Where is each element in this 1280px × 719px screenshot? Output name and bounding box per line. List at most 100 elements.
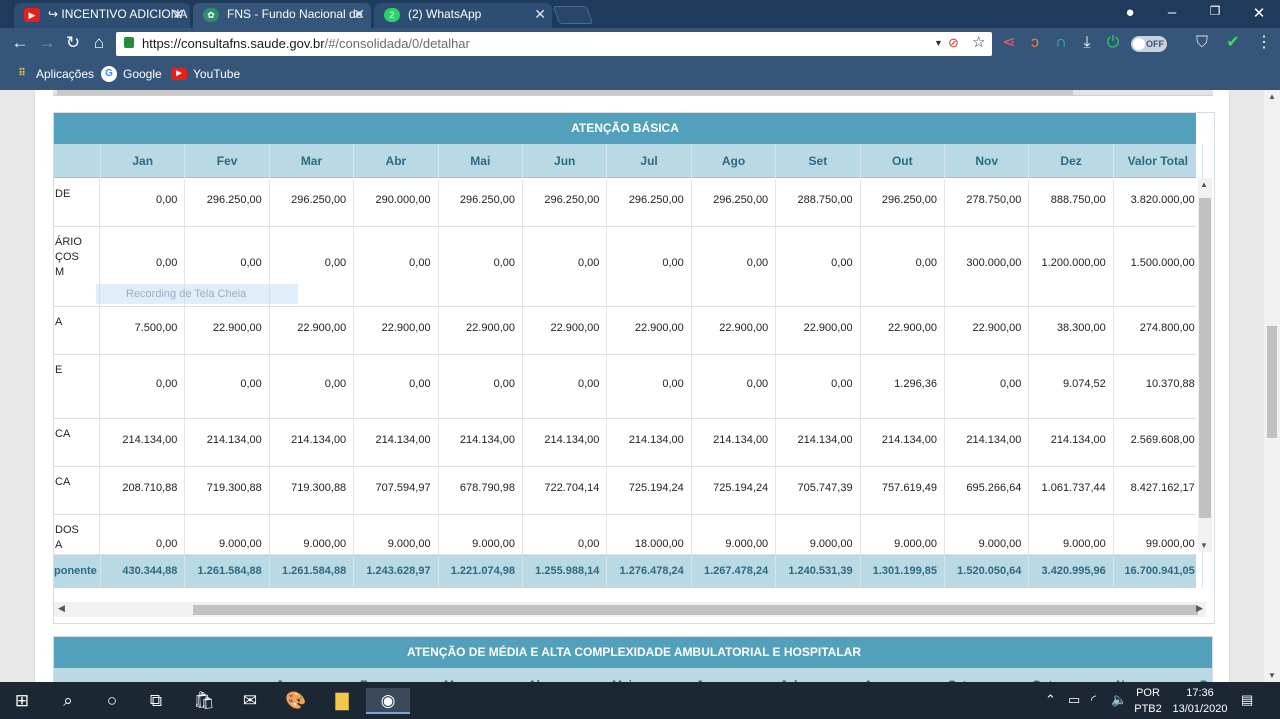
task-view-icon[interactable]: ⧉ [140,688,172,714]
extension-toggle[interactable]: OFF [1131,36,1167,52]
scroll-down-icon[interactable]: ▼ [1200,541,1208,550]
download-icon[interactable]: ⤓ [1077,34,1097,52]
column-header[interactable]: Jun [523,144,608,178]
forward-arrow-icon[interactable]: → [36,33,58,53]
column-header[interactable]: Abr [354,144,439,178]
tray-chevron-icon[interactable]: ⌃ [1045,692,1056,708]
total-value-cell: 16.700.941,05 [1114,555,1203,588]
dropdown-arrow-icon[interactable]: ▼ [934,38,943,48]
tab-fns[interactable]: ✿ FNS - Fundo Nacional de ✕ [193,3,371,28]
chrome-icon[interactable]: ◉ [366,688,410,714]
scrollbar-thumb[interactable] [193,605,1198,615]
profile-icon[interactable]: ● [1120,4,1140,21]
volume-icon[interactable]: 🔈 [1111,692,1127,708]
column-header[interactable]: Valor Total [1114,144,1203,178]
keyboard-layout[interactable]: PTB2 [1133,703,1163,715]
total-row: ponente 430.344,88 1.261.584,88 1.261.584,8… [54,555,1203,588]
value-cell: 0,00 [270,355,355,418]
column-header[interactable]: Ago [692,144,777,178]
reload-icon[interactable]: ↻ [62,33,84,53]
column-header[interactable]: Set [776,144,861,178]
cell-value: 2.569.608,00 [1130,434,1195,446]
notifications-icon[interactable]: ▤ [1241,692,1253,708]
clock-date[interactable]: 13/01/2020 [1168,703,1232,715]
bookmark-star-icon[interactable]: ☆ [972,33,985,51]
cell-value: 678.790,98 [459,482,515,494]
column-header[interactable]: Out [861,144,945,178]
column-header[interactable]: Jan [101,144,186,178]
scroll-down-icon[interactable]: ▼ [1268,671,1276,680]
total-value-cell: 1.261.584,88 [185,555,270,588]
windows-start-icon[interactable]: ⊞ [6,688,38,714]
row-name-cell: E [54,355,100,418]
search-icon[interactable]: ⌕ [52,688,84,714]
panel-title: ATENÇÃO BÁSICA [54,113,1196,144]
column-header[interactable]: Dez [1029,144,1114,178]
tab-whatsapp[interactable]: 2 (2) WhatsApp ✕ [374,3,552,28]
check-shield-icon[interactable]: ✔ [1223,34,1243,52]
file-explorer-icon[interactable]: ▇ [326,688,358,714]
cell-value: 288.750,00 [797,194,853,206]
total-label: ponente [54,555,101,588]
url-text[interactable]: https://consultafns.saude.gov.br/#/conso… [142,36,470,51]
scroll-up-icon[interactable]: ▲ [1200,180,1208,189]
scroll-up-icon[interactable]: ▲ [1268,92,1276,101]
column-header[interactable]: Jul [607,144,692,178]
value-cell: 719.300,88 [185,467,270,514]
store-icon[interactable]: 🛍 [188,688,220,714]
cortana-icon[interactable]: ○ [96,688,128,714]
tab-incentivo[interactable]: ▶ ↪ INCENTIVO ADICIONA ✕ [14,3,190,28]
close-icon[interactable]: ✕ [534,3,546,25]
page-vertical-scrollbar[interactable]: ▲ ▼ [1264,90,1280,682]
table-horizontal-scrollbar[interactable]: ◀ ▶ [54,602,1206,617]
mail-icon[interactable]: ✉ [234,688,266,714]
table-vertical-scrollbar[interactable]: ▲ ▼ [1198,178,1212,552]
column-header[interactable]: Mai [439,144,523,178]
value-cell: 888.750,00 [1029,179,1114,226]
minimize-icon[interactable]: – [1162,4,1182,21]
menu-dots-icon[interactable]: ⋮ [1254,34,1274,52]
bookmark-youtube[interactable]: ▶ YouTube [171,67,240,81]
language-indicator[interactable]: POR [1133,687,1163,699]
previous-table-scrollbar[interactable] [53,90,1213,96]
address-bar[interactable]: https://consultafns.saude.gov.br/#/conso… [116,32,992,56]
scrollbar-thumb[interactable] [1199,198,1211,518]
close-icon[interactable]: ✕ [172,3,184,25]
wifi-icon[interactable]: ◜ [1091,692,1096,708]
shield-icon[interactable]: ⛉ [1192,34,1212,52]
scroll-left-icon[interactable]: ◀ [58,603,65,614]
total-value-cell: 430.344,88 [101,555,186,588]
bookmark-apps[interactable]: ⠿ Aplicações [14,67,94,81]
column-header[interactable]: Nov [945,144,1030,178]
cell-value: 274.800,00 [1139,322,1195,334]
back-arrow-icon[interactable]: ← [9,33,31,53]
paint-icon[interactable]: 🎨 [280,688,312,714]
scroll-right-icon[interactable]: ▶ [1196,603,1203,614]
home-icon[interactable]: ⌂ [88,33,110,53]
new-tab-button[interactable] [552,6,594,24]
value-cell: 38.300,00 [1029,307,1114,354]
value-cell: 9.000,00 [439,515,523,554]
battery-icon[interactable]: ▭ [1068,692,1080,708]
scrollbar-thumb[interactable] [57,90,1073,95]
column-header[interactable]: Mar [270,144,355,178]
value-cell: 0,00 [101,355,186,418]
maximize-icon[interactable]: ❐ [1205,4,1225,18]
value-cell: 705.747,39 [776,467,861,514]
value-cell: 0,00 [607,355,692,418]
scrollbar-thumb[interactable] [1267,326,1277,438]
extension-c-icon[interactable]: ↄ [1025,34,1045,52]
share-icon[interactable]: ⋖ [999,34,1019,52]
close-window-icon[interactable]: ✕ [1249,4,1269,22]
bookmark-google[interactable]: G Google [101,66,162,82]
cell-value: 0,00 [577,538,600,550]
blocked-popup-icon[interactable]: ⊘ [948,35,959,51]
power-icon[interactable]: ⏻ [1103,34,1123,52]
clock-time[interactable]: 17:36 [1168,687,1232,699]
close-icon[interactable]: ✕ [353,3,365,25]
total-value-cell: 3.420.995,96 [1029,555,1114,588]
column-header[interactable]: Fev [185,144,270,178]
cell-value: 296.250,00 [628,194,684,206]
cell-value: 0,00 [493,257,515,269]
headphones-icon[interactable]: ∩ [1051,34,1071,52]
